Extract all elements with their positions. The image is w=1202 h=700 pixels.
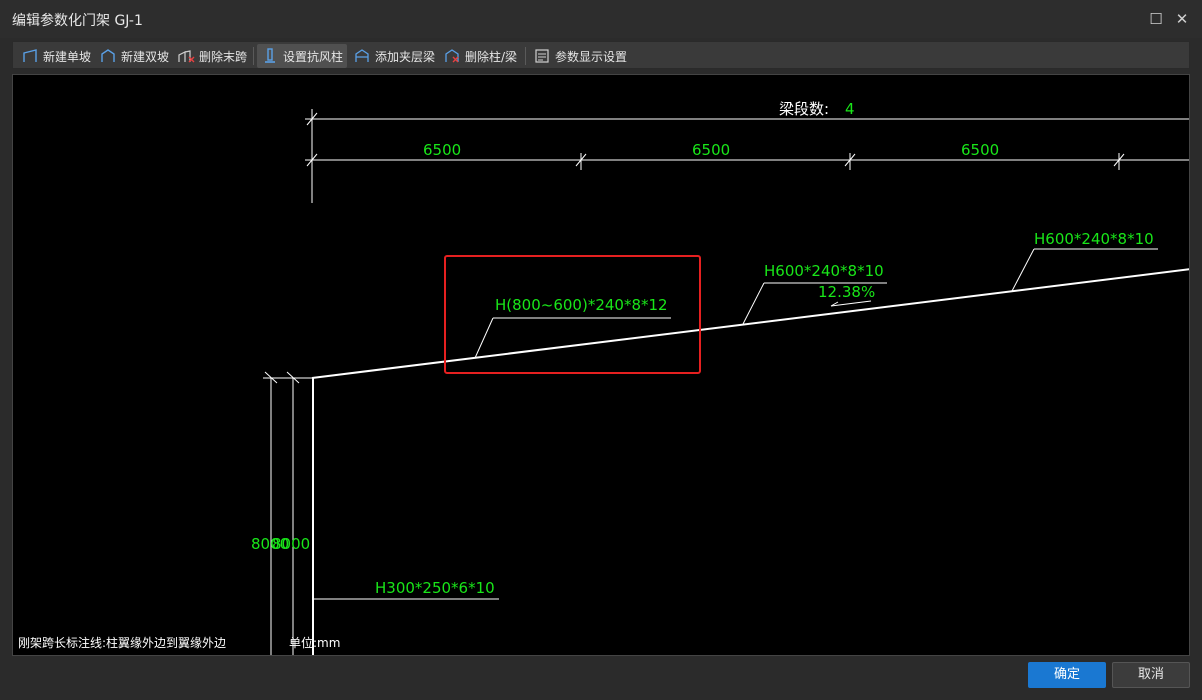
end-beam-leader [1011, 248, 1035, 292]
segment-count-label: 梁段数: [779, 100, 830, 118]
new-double-slope-label: 新建双坡 [121, 49, 170, 64]
add-mezzanine-beam-button[interactable]: 添加夹层梁 [349, 44, 439, 68]
add-mezzanine-beam-label: 添加夹层梁 [375, 49, 436, 64]
display-settings-button[interactable]: 参数显示设置 [529, 44, 631, 68]
mid-beam-section-label: H600*240*8*10 [764, 262, 884, 280]
delete-column-beam-label: 删除柱/梁 [465, 49, 518, 64]
title-bar: 编辑参数化门架 GJ-1 ☐ ✕ [0, 0, 1202, 38]
span-dim-label: 6500 [423, 141, 462, 159]
column-section-label: H300*250*6*10 [375, 579, 495, 597]
delete-last-span-button[interactable]: 删除末跨 [173, 44, 251, 68]
unit-label: 单位:mm [289, 636, 341, 650]
toolbar-divider [253, 47, 254, 65]
segment-count-value: 4 [845, 100, 855, 118]
slope-label: 12.38% [818, 283, 876, 301]
single-slope-icon [23, 49, 37, 62]
window-title: 编辑参数化门架 GJ-1 [12, 13, 143, 29]
set-wind-column-button[interactable]: 设置抗风柱 [257, 44, 348, 68]
wind-column-icon [265, 48, 275, 63]
set-wind-column-label: 设置抗风柱 [283, 49, 344, 64]
span-dim-label: 6500 [961, 141, 1000, 159]
height-dim-label: 8000 [272, 535, 311, 553]
dialog-footer: 确定 取消 [0, 656, 1202, 700]
display-settings-icon [535, 49, 549, 63]
maximize-icon[interactable]: ☐ [1146, 9, 1166, 29]
ok-button[interactable]: 确定 [1028, 662, 1106, 688]
toolbar-divider [525, 47, 526, 65]
delete-column-beam-icon [445, 49, 459, 63]
slope-arrow [830, 300, 872, 307]
mid-beam-leader [742, 282, 765, 325]
toolbar: 新建单坡 新建双坡 删除末跨 设置抗风柱 添加夹层梁 删除柱/梁 参数显示设置 [12, 41, 1190, 69]
span-dim-label: 6500 [692, 141, 731, 159]
dimension-note: 刚架跨长标注线:柱翼缘外边到翼缘外边 [18, 636, 227, 650]
delete-column-beam-button[interactable]: 删除柱/梁 [439, 44, 521, 68]
double-slope-icon [101, 49, 115, 62]
cancel-button[interactable]: 取消 [1112, 662, 1190, 688]
display-settings-label: 参数显示设置 [555, 49, 628, 64]
new-double-slope-button[interactable]: 新建双坡 [95, 44, 173, 68]
delete-last-span-icon [178, 50, 195, 63]
drawing-canvas[interactable]: 梁段数: 4 6500 6500 6500 H(800~600)*240*8*1… [12, 74, 1190, 656]
new-single-slope-button[interactable]: 新建单坡 [17, 44, 95, 68]
highlight-box [444, 255, 701, 374]
delete-last-span-label: 删除末跨 [199, 49, 248, 64]
close-icon[interactable]: ✕ [1172, 9, 1192, 29]
end-beam-section-label: H600*240*8*10 [1034, 230, 1154, 248]
new-single-slope-label: 新建单坡 [43, 49, 92, 64]
mezzanine-beam-icon [355, 49, 369, 62]
